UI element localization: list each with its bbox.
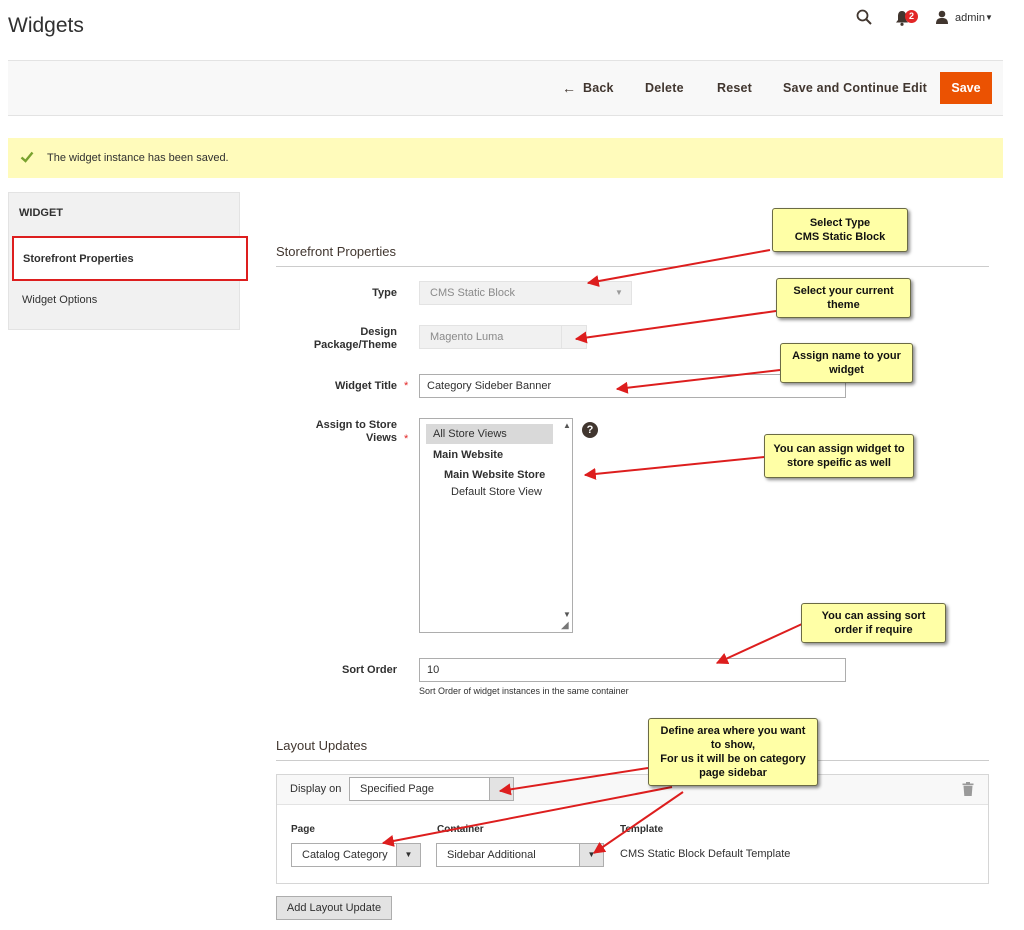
- widget-title-label: Widget Title: [334, 380, 397, 392]
- layout-updates-divider: [276, 760, 989, 761]
- callout-widget-name: Assign name to your widget: [780, 343, 913, 383]
- store-view-option[interactable]: All Store Views: [433, 428, 507, 440]
- delete-button[interactable]: Delete: [645, 81, 684, 95]
- callout-define-area-line1: Define area where you want to show,: [660, 725, 806, 751]
- callout-assign-store: You can assign widget to store speific a…: [764, 434, 914, 478]
- success-message-text: The widget instance has been saved.: [47, 152, 229, 164]
- resize-handle-icon[interactable]: ◢: [561, 620, 569, 631]
- save-button[interactable]: Save: [940, 72, 992, 104]
- chevron-down-icon: ▼: [615, 288, 623, 297]
- back-button[interactable]: Back: [583, 81, 614, 95]
- user-icon[interactable]: [936, 10, 948, 24]
- type-label: Type: [372, 287, 397, 299]
- container-column-label: Container: [437, 824, 484, 835]
- save-and-continue-button[interactable]: Save and Continue Edit: [783, 81, 927, 95]
- notification-count-badge[interactable]: 2: [905, 10, 918, 23]
- store-view-option[interactable]: Main Website: [433, 449, 503, 461]
- help-icon[interactable]: ?: [582, 422, 598, 438]
- display-on-dropdown-button[interactable]: [489, 778, 513, 800]
- back-arrow-icon[interactable]: ←: [562, 80, 576, 96]
- trash-icon[interactable]: [962, 782, 974, 796]
- theme-label: Design Package/Theme: [313, 326, 397, 351]
- display-on-label: Display on: [290, 783, 342, 795]
- layout-updates-title: Layout Updates: [276, 738, 368, 753]
- chevron-down-icon[interactable]: ▼: [396, 844, 420, 866]
- add-layout-update-button[interactable]: Add Layout Update: [276, 896, 392, 920]
- callout-select-theme: Select your current theme: [776, 278, 911, 318]
- user-menu-label[interactable]: admin: [955, 12, 985, 24]
- callout-select-type-line1: Select Type: [809, 217, 871, 229]
- reset-button[interactable]: Reset: [717, 81, 752, 95]
- store-views-label: Assign to Store Views: [315, 419, 397, 444]
- tab-widget-options[interactable]: Widget Options: [22, 294, 97, 306]
- sort-order-note: Sort Order of widget instances in the sa…: [419, 686, 629, 696]
- callout-select-type: Select Type CMS Static Block: [772, 208, 908, 252]
- widget-title-value: Category Sideber Banner: [427, 380, 552, 392]
- type-select[interactable]: CMS Static Block: [419, 281, 632, 305]
- callout-define-area-line2: For us it will be on category page sideb…: [660, 753, 806, 779]
- container-select-value: Sidebar Additional: [447, 849, 536, 861]
- store-view-option[interactable]: Default Store View: [451, 486, 542, 498]
- template-column-label: Template: [620, 824, 664, 835]
- page-title: Widgets: [8, 14, 84, 37]
- template-value: CMS Static Block Default Template: [620, 848, 791, 860]
- section-title: Storefront Properties: [276, 244, 396, 259]
- theme-select-value: Magento Luma: [430, 331, 504, 343]
- callout-define-area: Define area where you want to show, For …: [648, 718, 818, 786]
- page-select-value: Catalog Category: [302, 849, 388, 861]
- callout-sort-order: You can assing sort order if require: [801, 603, 946, 643]
- type-select-value: CMS Static Block: [430, 287, 515, 299]
- callout-select-type-line2: CMS Static Block: [794, 231, 886, 243]
- search-icon[interactable]: [856, 9, 872, 25]
- tabs-title: WIDGET: [19, 207, 63, 219]
- scroll-up-icon[interactable]: ▲: [563, 421, 571, 430]
- caret-down-icon[interactable]: ▼: [985, 13, 993, 22]
- store-view-option[interactable]: Main Website Store: [444, 469, 545, 481]
- required-asterisk: *: [404, 433, 409, 445]
- display-on-value: Specified Page: [360, 783, 434, 795]
- checkmark-icon: [20, 151, 34, 163]
- required-asterisk: *: [404, 380, 409, 392]
- tab-storefront-properties-label[interactable]: Storefront Properties: [23, 253, 134, 265]
- sort-order-value: 10: [427, 664, 440, 676]
- theme-select-divider: [561, 326, 562, 348]
- sort-order-input[interactable]: 10: [419, 658, 846, 682]
- scroll-down-icon[interactable]: ▼: [563, 610, 571, 619]
- chevron-down-icon[interactable]: ▼: [579, 844, 603, 866]
- sort-order-label: Sort Order: [341, 664, 397, 676]
- section-divider: [276, 266, 989, 267]
- page-column-label: Page: [291, 824, 315, 835]
